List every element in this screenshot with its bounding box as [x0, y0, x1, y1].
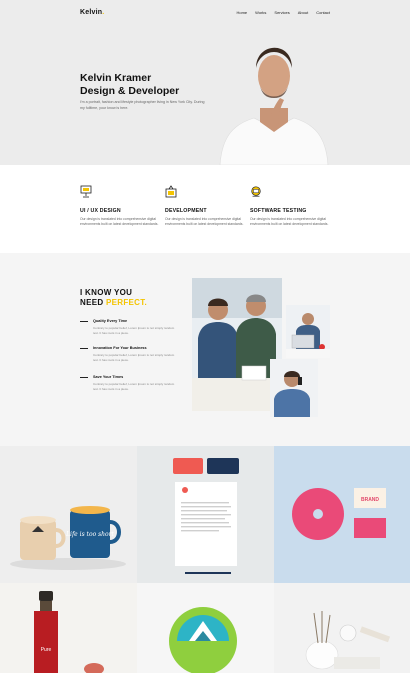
hero-portrait-image — [219, 47, 329, 165]
bottle-label-text: Pure — [41, 647, 52, 653]
site-logo[interactable]: Kelvin. — [80, 9, 104, 16]
hero-description: I'm a portrait, fashion and lifestyle ph… — [80, 100, 205, 110]
portfolio-brand-cd-image[interactable]: BRAND — [274, 446, 410, 583]
feature-item: Innovation For Your Business Contrary to… — [80, 346, 180, 362]
laptop-photo-image — [286, 305, 330, 358]
service-title: DEVELOPMENT — [165, 208, 207, 214]
service-text: Our design is translated into comprehens… — [80, 217, 159, 226]
testing-icon — [251, 186, 261, 197]
service-title: SOFTWARE TESTING — [250, 208, 307, 214]
service-development: DEVELOPMENT Our design is translated int… — [165, 185, 245, 227]
portfolio-bottle-image[interactable]: Pure — [0, 583, 137, 673]
feature-bar — [80, 348, 88, 349]
development-icon — [165, 185, 177, 198]
services-section: UI / UX DESIGN Our design is translated … — [0, 165, 410, 253]
hero-title: Kelvin Kramer Design & Developer — [80, 72, 180, 97]
ux-design-icon — [80, 185, 92, 198]
mug-text: Life is too short — [65, 531, 114, 538]
nav-about[interactable]: About — [298, 10, 308, 15]
service-software-testing: SOFTWARE TESTING Our design is translate… — [250, 185, 330, 227]
feature-item: Save Your Times Contrary to popular beli… — [80, 375, 180, 391]
feature-bar — [80, 321, 88, 322]
portfolio-stationery-image[interactable] — [137, 446, 274, 583]
portfolio-mugs-image[interactable]: Life is too short — [0, 446, 137, 583]
service-ui-ux: UI / UX DESIGN Our design is translated … — [80, 185, 160, 227]
service-text: Our design is translated into comprehens… — [250, 217, 329, 226]
about-title: I KNOW YOU NEED PERFECT. — [80, 288, 148, 307]
service-text: Our design is translated into comprehens… — [165, 217, 244, 226]
nav-services[interactable]: Services — [274, 10, 289, 15]
phone-call-photo-image — [270, 359, 318, 417]
service-title: UI / UX DESIGN — [80, 208, 121, 214]
hero-section: Kelvin. Home Works Services About Contac… — [0, 0, 410, 165]
feature-item: Quality Every Time Contrary to popular b… — [80, 319, 180, 335]
portfolio-logo-image[interactable] — [137, 583, 274, 673]
main-nav: Home Works Services About Contact — [236, 10, 330, 15]
team-photo-image — [192, 278, 282, 411]
nav-works[interactable]: Works — [255, 10, 266, 15]
nav-contact[interactable]: Contact — [316, 10, 330, 15]
about-section: I KNOW YOU NEED PERFECT. Quality Every T… — [0, 253, 410, 446]
brand-card-text: BRAND — [361, 497, 379, 503]
nav-home[interactable]: Home — [236, 10, 247, 15]
portfolio-vase-image[interactable] — [274, 583, 410, 673]
feature-bar — [80, 377, 88, 378]
